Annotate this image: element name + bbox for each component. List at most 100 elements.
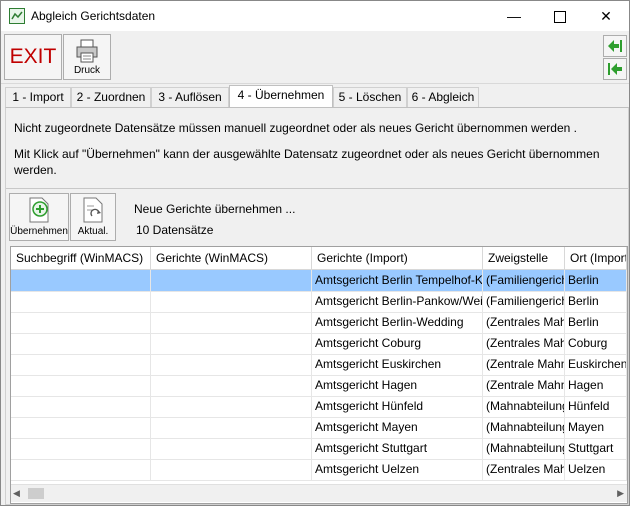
table-row[interactable]: Amtsgericht Hagen(Zentrale Mahnabteilung… bbox=[11, 375, 627, 397]
horizontal-scrollbar[interactable]: ◀ ▶ bbox=[11, 484, 627, 502]
info-line-2: Mit Klick auf "Übernehmen" kann der ausg… bbox=[14, 147, 600, 177]
cell-suchbegriff[interactable] bbox=[11, 417, 151, 438]
cell-gericht-import[interactable]: Amtsgericht Berlin-Wedding bbox=[312, 312, 483, 333]
cell-ort[interactable]: Berlin bbox=[565, 291, 627, 312]
uebernehmen-label: Übernehmen bbox=[10, 226, 68, 237]
tab-aufloesen[interactable]: 3 - Auflösen bbox=[151, 87, 229, 107]
arrow-left-bar-icon bbox=[608, 40, 622, 52]
cell-suchbegriff[interactable] bbox=[11, 438, 151, 459]
cell-suchbegriff[interactable] bbox=[11, 312, 151, 333]
cell-ort[interactable]: Uelzen bbox=[565, 459, 627, 480]
tab-abgleich[interactable]: 6 - Abgleich bbox=[407, 87, 479, 107]
cell-ort[interactable]: Hünfeld bbox=[565, 396, 627, 417]
cell-gericht-winmacs[interactable] bbox=[151, 270, 312, 291]
cell-gericht-winmacs[interactable] bbox=[151, 291, 312, 312]
cell-gericht-winmacs[interactable] bbox=[151, 459, 312, 480]
minimize-button[interactable]: — bbox=[491, 1, 537, 31]
title-bar: Abgleich Gerichtsdaten — ✕ bbox=[1, 1, 629, 31]
cell-ort[interactable]: Stuttgart bbox=[565, 438, 627, 459]
cell-gericht-winmacs[interactable] bbox=[151, 438, 312, 459]
table-row[interactable]: Amtsgericht Stuttgart (Mahnabteilung) Stut… bbox=[11, 438, 627, 460]
tab-import[interactable]: 1 - Import bbox=[5, 87, 71, 107]
table-row[interactable]: Amtsgericht Mayen (Mahnabteilung) Mayen bbox=[11, 417, 627, 439]
grid-header: Suchbegriff (WinMACS) Gerichte (WinMACS)… bbox=[11, 247, 627, 270]
cell-suchbegriff[interactable] bbox=[11, 354, 151, 375]
cell-zweigstelle[interactable]: (Zentrales Mahngericht) bbox=[483, 312, 565, 333]
app-icon bbox=[9, 8, 25, 24]
cell-gericht-winmacs[interactable] bbox=[151, 354, 312, 375]
cell-zweigstelle[interactable]: (Familiengericht) bbox=[483, 270, 565, 291]
table-row[interactable]: Amtsgericht Euskirchen(Zentrale Mahnabte… bbox=[11, 354, 627, 376]
column-header-suchbegriff[interactable]: Suchbegriff (WinMACS) bbox=[11, 247, 151, 269]
aktualisieren-label: Aktual. bbox=[77, 226, 109, 237]
tab-panel: Nicht zugeordnete Datensätze müssen manu… bbox=[5, 107, 629, 505]
cell-zweigstelle[interactable]: (Familiengericht) bbox=[483, 291, 565, 312]
cell-suchbegriff[interactable] bbox=[11, 291, 151, 312]
cell-zweigstelle[interactable]: (Zentrales Mahngericht) bbox=[483, 333, 565, 354]
table-row[interactable]: Amtsgericht Berlin-Wedding (Zentrales Mah… bbox=[11, 312, 627, 334]
maximize-button[interactable] bbox=[537, 1, 583, 31]
cell-gericht-import[interactable]: Amtsgericht Coburg bbox=[312, 333, 483, 354]
table-row[interactable]: Amtsgericht Berlin Tempelhof-Kreuzberg(F… bbox=[11, 270, 627, 292]
cell-suchbegriff[interactable] bbox=[11, 459, 151, 480]
arrow-left-icon bbox=[608, 63, 622, 75]
cell-zweigstelle[interactable]: (Zentrale Mahnabteilung) bbox=[483, 354, 565, 375]
uebernehmen-button[interactable]: Übernehmen bbox=[9, 193, 69, 241]
table-row[interactable]: Amtsgericht Hünfeld (Mahnabteilung) Hünfel… bbox=[11, 396, 627, 418]
cell-gericht-import[interactable]: Amtsgericht Mayen bbox=[312, 417, 483, 438]
cell-gericht-import[interactable]: Amtsgericht Berlin-Pankow/Weißensee bbox=[312, 291, 483, 312]
cell-ort[interactable]: Berlin bbox=[565, 270, 627, 291]
cell-gericht-winmacs[interactable] bbox=[151, 417, 312, 438]
scroll-left-icon[interactable]: ◀ bbox=[13, 488, 20, 499]
column-header-gerichte-import[interactable]: Gerichte (Import) bbox=[312, 247, 483, 269]
nav-back-button[interactable] bbox=[603, 58, 627, 80]
nav-first-button[interactable] bbox=[603, 35, 627, 57]
cell-gericht-winmacs[interactable] bbox=[151, 396, 312, 417]
cell-zweigstelle[interactable]: (Mahnabteilung) bbox=[483, 417, 565, 438]
printer-icon bbox=[76, 39, 98, 63]
table-row[interactable]: Amtsgericht Berlin-Pankow/Weißensee(Fami… bbox=[11, 291, 627, 313]
tab-loeschen[interactable]: 5 - Löschen bbox=[333, 87, 407, 107]
info-line-1: Nicht zugeordnete Datensätze müssen manu… bbox=[14, 121, 577, 135]
cell-gericht-winmacs[interactable] bbox=[151, 312, 312, 333]
exit-button[interactable]: EXIT bbox=[4, 34, 62, 80]
cell-gericht-import[interactable]: Amtsgericht Berlin Tempelhof-Kreuzberg bbox=[312, 270, 483, 291]
cell-zweigstelle[interactable]: (Zentrales Mahngericht) bbox=[483, 459, 565, 480]
cell-zweigstelle[interactable]: (Zentrale Mahnabteilung) bbox=[483, 375, 565, 396]
divider bbox=[6, 188, 628, 189]
cell-ort[interactable]: Hagen bbox=[565, 375, 627, 396]
cell-gericht-import[interactable]: Amtsgericht Hagen bbox=[312, 375, 483, 396]
toolbar: EXIT Druck bbox=[1, 31, 629, 84]
column-header-zweigstelle[interactable]: Zweigstelle bbox=[483, 247, 565, 269]
column-header-ort[interactable]: Ort (Import) bbox=[565, 247, 627, 269]
cell-gericht-import[interactable]: Amtsgericht Stuttgart bbox=[312, 438, 483, 459]
cell-gericht-import[interactable]: Amtsgericht Uelzen bbox=[312, 459, 483, 480]
tab-zuordnen[interactable]: 2 - Zuordnen bbox=[71, 87, 151, 107]
cell-ort[interactable]: Mayen bbox=[565, 417, 627, 438]
cell-zweigstelle[interactable]: (Mahnabteilung) bbox=[483, 438, 565, 459]
cell-gericht-winmacs[interactable] bbox=[151, 333, 312, 354]
cell-suchbegriff[interactable] bbox=[11, 333, 151, 354]
aktualisieren-button[interactable]: Aktual. bbox=[70, 193, 116, 241]
print-button[interactable]: Druck bbox=[63, 34, 111, 80]
cell-gericht-import[interactable]: Amtsgericht Hünfeld bbox=[312, 396, 483, 417]
cell-zweigstelle[interactable]: (Mahnabteilung) bbox=[483, 396, 565, 417]
cell-suchbegriff[interactable] bbox=[11, 396, 151, 417]
cell-gericht-winmacs[interactable] bbox=[151, 375, 312, 396]
data-grid[interactable]: Suchbegriff (WinMACS) Gerichte (WinMACS)… bbox=[10, 246, 628, 504]
maximize-icon bbox=[554, 11, 566, 24]
main-window: Abgleich Gerichtsdaten — ✕ EXIT Druck 1 … bbox=[0, 0, 630, 506]
table-row[interactable]: Amtsgericht Uelzen(Zentrales Mahngericht… bbox=[11, 459, 627, 481]
scroll-right-icon[interactable]: ▶ bbox=[617, 488, 624, 499]
cell-ort[interactable]: Coburg bbox=[565, 333, 627, 354]
cell-ort[interactable]: Euskirchen bbox=[565, 354, 627, 375]
cell-suchbegriff[interactable] bbox=[11, 375, 151, 396]
column-header-gerichte-winmacs[interactable]: Gerichte (WinMACS) bbox=[151, 247, 312, 269]
close-button[interactable]: ✕ bbox=[583, 1, 629, 31]
cell-suchbegriff[interactable] bbox=[11, 270, 151, 291]
scrollbar-thumb[interactable] bbox=[28, 488, 44, 499]
cell-gericht-import[interactable]: Amtsgericht Euskirchen bbox=[312, 354, 483, 375]
table-row[interactable]: Amtsgericht Coburg(Zentrales Mahngericht… bbox=[11, 333, 627, 355]
cell-ort[interactable]: Berlin bbox=[565, 312, 627, 333]
tab-uebernehmen[interactable]: 4 - Übernehmen bbox=[229, 85, 333, 108]
